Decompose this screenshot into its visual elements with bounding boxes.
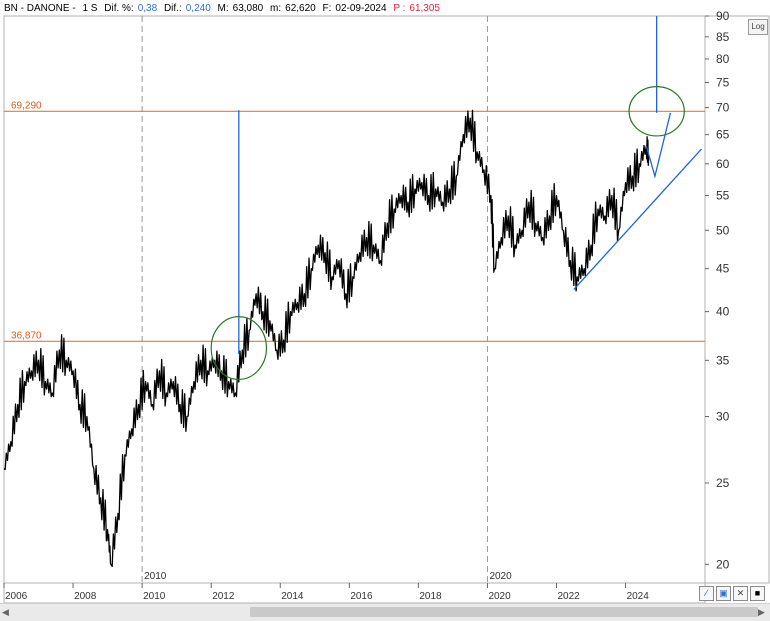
line-tool-icon[interactable]: ⁄	[699, 586, 714, 601]
y-tick-label: 90	[716, 9, 730, 23]
log-scale-button[interactable]: Log	[748, 19, 768, 35]
y-tick-label: 70	[716, 101, 730, 115]
x-tick-label: 2018	[419, 591, 442, 602]
x-tick-label: 2010	[143, 591, 166, 602]
y-tick-label: 80	[716, 52, 730, 66]
arrow-left-icon[interactable]: ◀	[2, 607, 12, 617]
price-chart[interactable]: 20 25 30 35 40 45 50 55 60 65 70 75 80 85 90 2006 2008 20…	[0, 0, 770, 603]
save-icon[interactable]: ▣	[716, 586, 731, 601]
scrollbar-thumb[interactable]	[250, 607, 758, 617]
y-tick-label: 50	[716, 223, 730, 237]
y-tick-label: 75	[716, 75, 730, 89]
x-tick-label: 2014	[281, 591, 304, 602]
x-tick-label: 2020	[488, 591, 511, 602]
decade-label: 2020	[489, 571, 512, 582]
y-tick-label: 60	[716, 157, 730, 171]
x-tick-label: 2016	[350, 591, 373, 602]
x-tick-label: 2024	[627, 591, 650, 602]
x-tick-label: 2012	[212, 591, 235, 602]
y-axis-area	[704, 15, 770, 584]
decade-label: 2010	[144, 571, 167, 582]
x-tick-label: 2008	[74, 591, 97, 602]
x-tick-label: 2006	[5, 591, 28, 602]
level-label: 69,290	[11, 100, 42, 111]
square-icon[interactable]: ■	[750, 586, 765, 601]
y-tick-label: 30	[716, 409, 730, 423]
y-tick-label: 35	[716, 353, 730, 367]
y-tick-label: 55	[716, 189, 730, 203]
arrow-right-icon[interactable]: ▶	[758, 607, 768, 617]
y-tick-label: 20	[716, 557, 730, 571]
close-icon[interactable]: ✕	[733, 586, 748, 601]
y-tick-label: 25	[716, 476, 730, 490]
y-tick-label: 65	[716, 128, 730, 142]
y-tick-label: 85	[716, 30, 730, 44]
y-tick-label: 40	[716, 305, 730, 319]
plot-area	[3, 15, 706, 584]
horizontal-scrollbar[interactable]: ◀ ▶	[0, 603, 770, 621]
y-tick-label: 45	[716, 262, 730, 276]
x-tick-label: 2022	[558, 591, 581, 602]
level-label: 36,870	[11, 330, 42, 341]
